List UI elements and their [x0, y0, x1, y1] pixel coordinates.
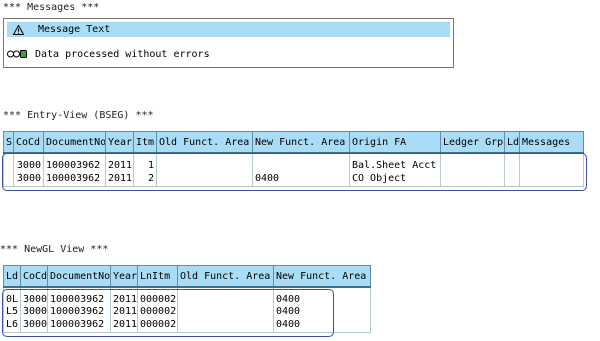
- col-header-new-funct-area[interactable]: New Funct. Area: [252, 131, 350, 154]
- messages-box: Message Text Data processed without erro…: [3, 18, 454, 68]
- col-header-year[interactable]: Year: [110, 265, 138, 288]
- warning-triangle-icon: [13, 24, 24, 35]
- col-header-ld[interactable]: Ld: [3, 265, 21, 288]
- messages-header-label: Message Text: [38, 24, 111, 35]
- col-header-documentno[interactable]: DocumentNo: [43, 131, 106, 154]
- col-header-s[interactable]: S: [3, 131, 14, 154]
- col-header-itm[interactable]: Itm: [133, 131, 157, 154]
- newgl-view-highlight-frame: [2, 289, 334, 337]
- entry-view-highlight-frame: [2, 153, 587, 191]
- col-header-ledger-grp[interactable]: Ledger Grp: [440, 131, 505, 154]
- col-header-messages[interactable]: Messages: [519, 131, 584, 154]
- newgl-view-header-row: Ld CoCd DocumentNo Year LnItm Old Funct.…: [3, 265, 371, 288]
- col-header-documentno[interactable]: DocumentNo: [47, 265, 111, 288]
- col-header-ld[interactable]: Ld: [504, 131, 520, 154]
- col-header-cocd[interactable]: CoCd: [20, 265, 48, 288]
- messages-header[interactable]: Message Text: [7, 22, 450, 37]
- col-header-old-funct-area[interactable]: Old Funct. Area: [177, 265, 274, 288]
- messages-title: *** Messages ***: [3, 2, 100, 13]
- col-header-origin-fa[interactable]: Origin FA: [349, 131, 441, 154]
- message-text: Data processed without errors: [35, 48, 210, 60]
- traffic-light-green-icon: [7, 50, 27, 58]
- entry-view-title: *** Entry-View (BSEG) ***: [3, 110, 154, 121]
- col-header-old-funct-area[interactable]: Old Funct. Area: [156, 131, 253, 154]
- col-header-new-funct-area[interactable]: New Funct. Area: [273, 265, 371, 288]
- newgl-view-title: *** NewGL View ***: [0, 244, 109, 255]
- col-header-lnitm[interactable]: LnItm: [137, 265, 178, 288]
- entry-view-header-row: S CoCd DocumentNo Year Itm Old Funct. Ar…: [3, 131, 584, 154]
- col-header-cocd[interactable]: CoCd: [13, 131, 44, 154]
- message-row[interactable]: Data processed without errors: [7, 47, 210, 61]
- col-header-year[interactable]: Year: [105, 131, 134, 154]
